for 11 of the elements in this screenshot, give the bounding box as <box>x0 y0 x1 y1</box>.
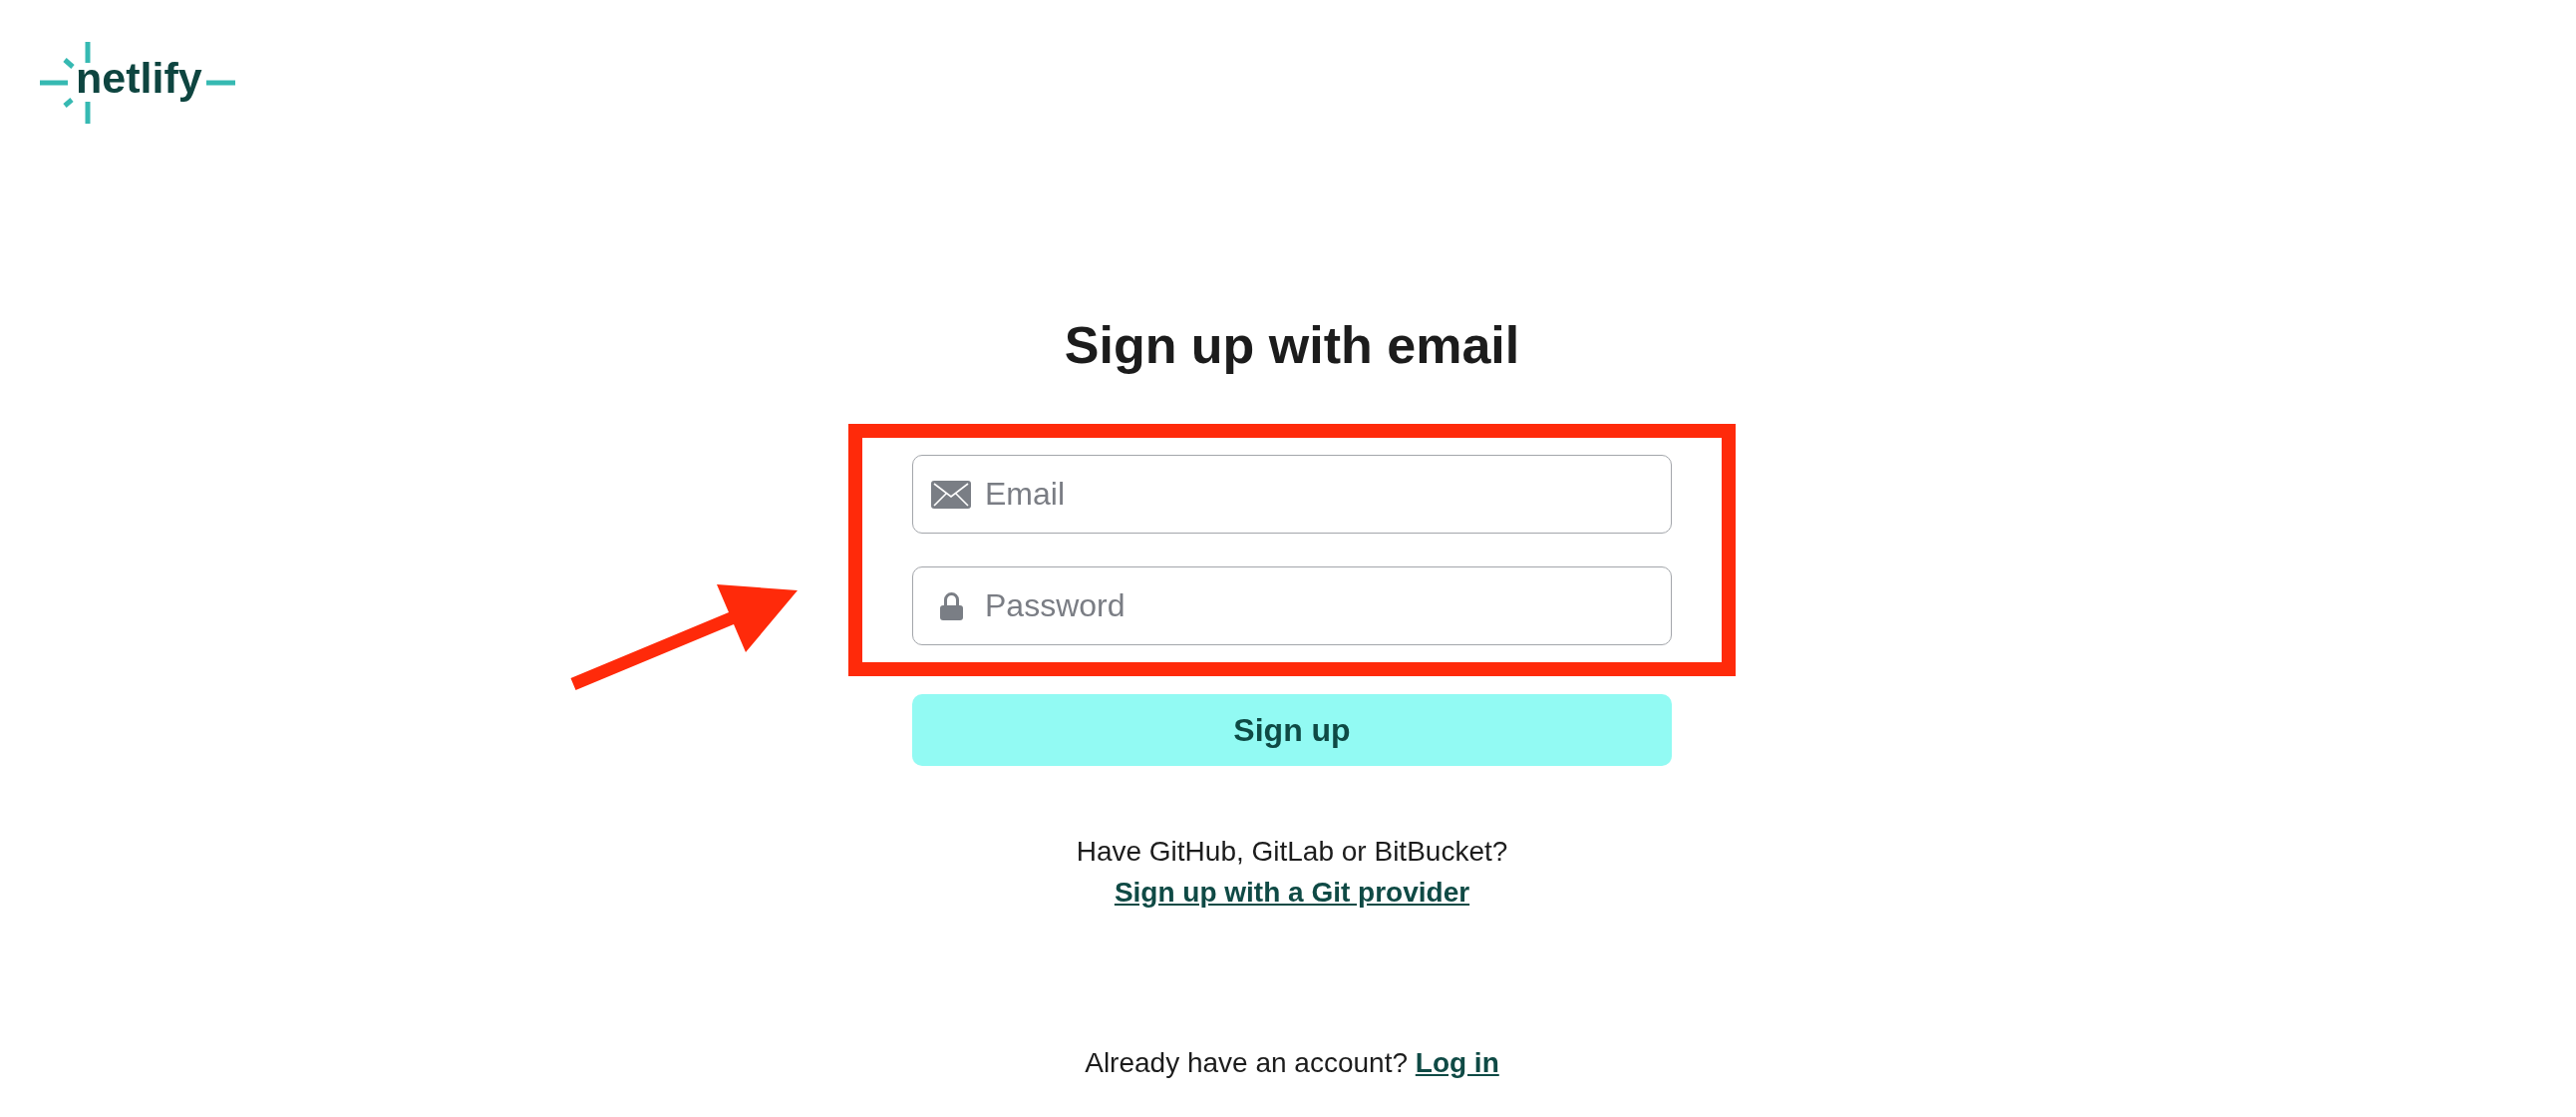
sign-up-button[interactable]: Sign up <box>912 694 1672 766</box>
lock-icon <box>939 591 963 620</box>
email-field[interactable]: Email <box>912 455 1672 534</box>
login-prompt: Already have an account? Log in <box>1085 1046 1499 1080</box>
envelope-icon <box>931 480 971 509</box>
page-title: Sign up with email <box>1064 315 1520 376</box>
git-provider-prompt: Have GitHub, GitLab or BitBucket? <box>1076 835 1508 869</box>
password-field[interactable]: Password <box>912 566 1672 645</box>
git-provider-link[interactable]: Sign up with a Git provider <box>1114 872 1470 913</box>
netlify-logo[interactable]: netlify <box>40 42 235 124</box>
login-link[interactable]: Log in <box>1415 1047 1499 1078</box>
